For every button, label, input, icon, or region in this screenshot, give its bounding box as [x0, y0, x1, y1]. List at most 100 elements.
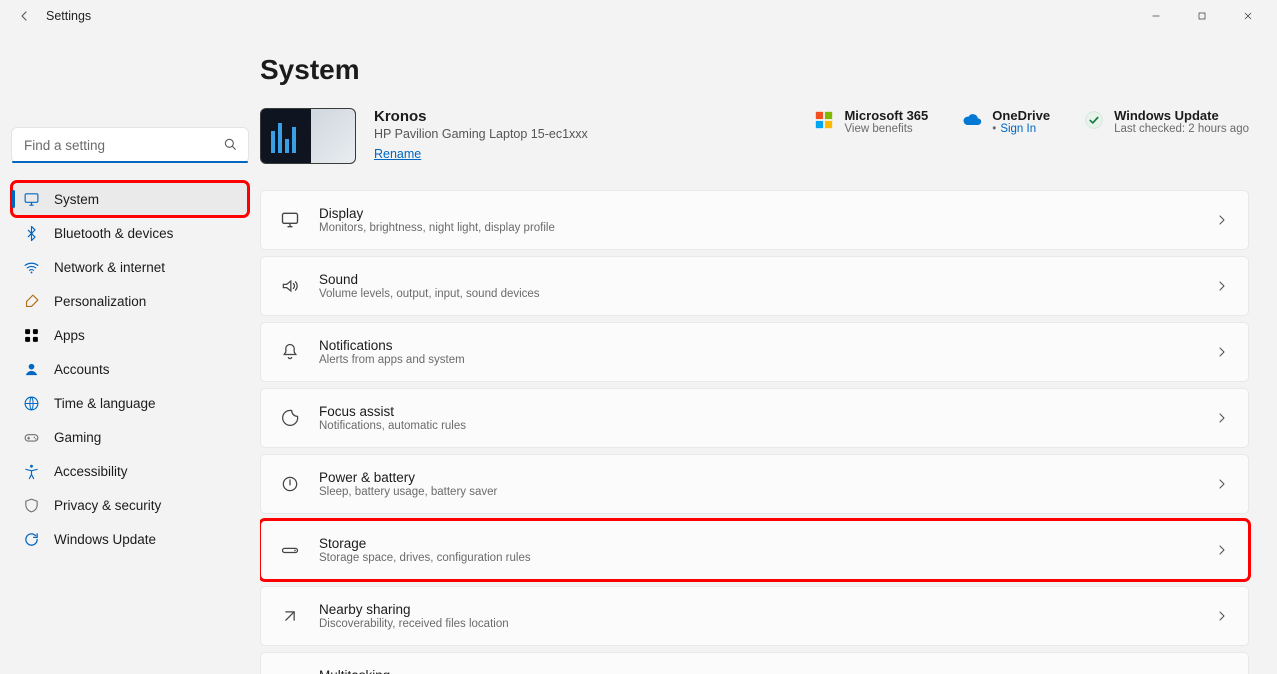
power-icon — [279, 474, 301, 494]
row-subtitle: Discoverability, received files location — [319, 618, 509, 630]
row-power[interactable]: Power & batterySleep, battery usage, bat… — [260, 454, 1249, 514]
brush-icon — [22, 292, 40, 310]
sidebar-item-label: Bluetooth & devices — [54, 226, 173, 241]
maximize-icon — [1196, 10, 1208, 22]
m365-icon — [814, 110, 834, 130]
person-icon — [22, 360, 40, 378]
status-row: Microsoft 365 View benefits OneDrive •Si… — [814, 108, 1249, 135]
row-title: Power & battery — [319, 470, 497, 485]
status-update-sub: Last checked: 2 hours ago — [1114, 123, 1249, 135]
row-title: Focus assist — [319, 404, 466, 419]
sidebar-item-label: Network & internet — [54, 260, 165, 275]
search-input[interactable] — [12, 128, 248, 162]
row-sound[interactable]: SoundVolume levels, output, input, sound… — [260, 256, 1249, 316]
device-thumbnail — [260, 108, 356, 164]
status-m365-title: Microsoft 365 — [844, 108, 928, 123]
search-underline — [12, 161, 248, 163]
accessibility-icon — [22, 462, 40, 480]
status-m365[interactable]: Microsoft 365 View benefits — [814, 108, 928, 135]
sidebar-item-gaming[interactable]: Gaming — [12, 420, 248, 454]
rename-link[interactable]: Rename — [374, 147, 588, 161]
row-subtitle: Storage space, drives, configuration rul… — [319, 552, 531, 564]
chevron-right-icon — [1214, 476, 1230, 492]
row-notifications[interactable]: NotificationsAlerts from apps and system — [260, 322, 1249, 382]
row-nearby[interactable]: Nearby sharingDiscoverability, received … — [260, 586, 1249, 646]
chevron-right-icon — [1214, 344, 1230, 360]
back-icon — [16, 8, 32, 24]
row-multitask[interactable]: MultitaskingSnap windows, desktops, task… — [260, 652, 1249, 674]
sidebar-item-privacy[interactable]: Privacy & security — [12, 488, 248, 522]
status-onedrive-sub[interactable]: •Sign In — [992, 123, 1050, 135]
row-focus[interactable]: Focus assistNotifications, automatic rul… — [260, 388, 1249, 448]
chevron-right-icon — [1214, 608, 1230, 624]
search-box[interactable] — [12, 128, 248, 162]
back-button[interactable] — [6, 0, 42, 32]
maximize-button[interactable] — [1179, 0, 1225, 32]
sidebar-item-accounts[interactable]: Accounts — [12, 352, 248, 386]
row-title: Nearby sharing — [319, 602, 509, 617]
sidebar-item-time[interactable]: Time & language — [12, 386, 248, 420]
row-subtitle: Alerts from apps and system — [319, 354, 465, 366]
minimize-button[interactable] — [1133, 0, 1179, 32]
status-update-title: Windows Update — [1114, 108, 1249, 123]
row-subtitle: Sleep, battery usage, battery saver — [319, 486, 497, 498]
status-onedrive-title: OneDrive — [992, 108, 1050, 123]
sidebar-item-label: Apps — [54, 328, 85, 343]
sidebar-item-update[interactable]: Windows Update — [12, 522, 248, 556]
shield-icon — [22, 496, 40, 514]
status-update[interactable]: Windows Update Last checked: 2 hours ago — [1084, 108, 1249, 135]
row-title: Display — [319, 206, 555, 221]
sync-icon — [22, 530, 40, 548]
device-model: HP Pavilion Gaming Laptop 15-ec1xxx — [374, 127, 588, 141]
sidebar-item-network[interactable]: Network & internet — [12, 250, 248, 284]
row-subtitle: Monitors, brightness, night light, displ… — [319, 222, 555, 234]
bell-icon — [279, 342, 301, 362]
row-title: Sound — [319, 272, 540, 287]
apps-icon — [22, 326, 40, 344]
status-m365-sub: View benefits — [844, 123, 928, 135]
sidebar-item-label: Personalization — [54, 294, 146, 309]
row-title: Storage — [319, 536, 531, 551]
row-subtitle: Volume levels, output, input, sound devi… — [319, 288, 540, 300]
chevron-right-icon — [1214, 212, 1230, 228]
drive-icon — [279, 540, 301, 560]
sound-icon — [279, 276, 301, 296]
sidebar-item-system[interactable]: System — [12, 182, 248, 216]
wifi-icon — [22, 258, 40, 276]
chevron-right-icon — [1214, 278, 1230, 294]
chevron-right-icon — [1214, 410, 1230, 426]
sidebar-item-label: Gaming — [54, 430, 101, 445]
sidebar-item-label: Accounts — [54, 362, 110, 377]
bluetooth-icon — [22, 224, 40, 242]
close-icon — [1242, 10, 1254, 22]
sidebar-item-label: Accessibility — [54, 464, 128, 479]
sidebar-item-bluetooth[interactable]: Bluetooth & devices — [12, 216, 248, 250]
sidebar-item-personalization[interactable]: Personalization — [12, 284, 248, 318]
nav-list: System Bluetooth & devices Network & inter… — [12, 182, 248, 556]
windows-update-icon — [1084, 110, 1104, 130]
monitor-icon — [22, 190, 40, 208]
settings-rows: DisplayMonitors, brightness, night light… — [260, 190, 1249, 674]
monitor-icon — [279, 210, 301, 230]
share-icon — [279, 606, 301, 626]
sidebar-item-apps[interactable]: Apps — [12, 318, 248, 352]
sidebar-item-label: Windows Update — [54, 532, 156, 547]
globe-icon — [22, 394, 40, 412]
row-storage[interactable]: StorageStorage space, drives, configurat… — [260, 520, 1249, 580]
main-content: System Kronos HP Pavilion Gaming Laptop … — [260, 32, 1277, 674]
titlebar: Settings — [0, 0, 1277, 32]
moon-icon — [279, 408, 301, 428]
window-title: Settings — [46, 9, 91, 23]
sidebar-item-label: Privacy & security — [54, 498, 161, 513]
row-subtitle: Notifications, automatic rules — [319, 420, 466, 432]
row-display[interactable]: DisplayMonitors, brightness, night light… — [260, 190, 1249, 250]
minimize-icon — [1150, 10, 1162, 22]
sidebar-item-label: Time & language — [54, 396, 156, 411]
onedrive-icon — [962, 110, 982, 130]
gamepad-icon — [22, 428, 40, 446]
row-title: Multitasking — [319, 668, 524, 674]
close-button[interactable] — [1225, 0, 1271, 32]
sidebar-item-accessibility[interactable]: Accessibility — [12, 454, 248, 488]
status-onedrive[interactable]: OneDrive •Sign In — [962, 108, 1050, 135]
page-title: System — [260, 54, 1249, 86]
